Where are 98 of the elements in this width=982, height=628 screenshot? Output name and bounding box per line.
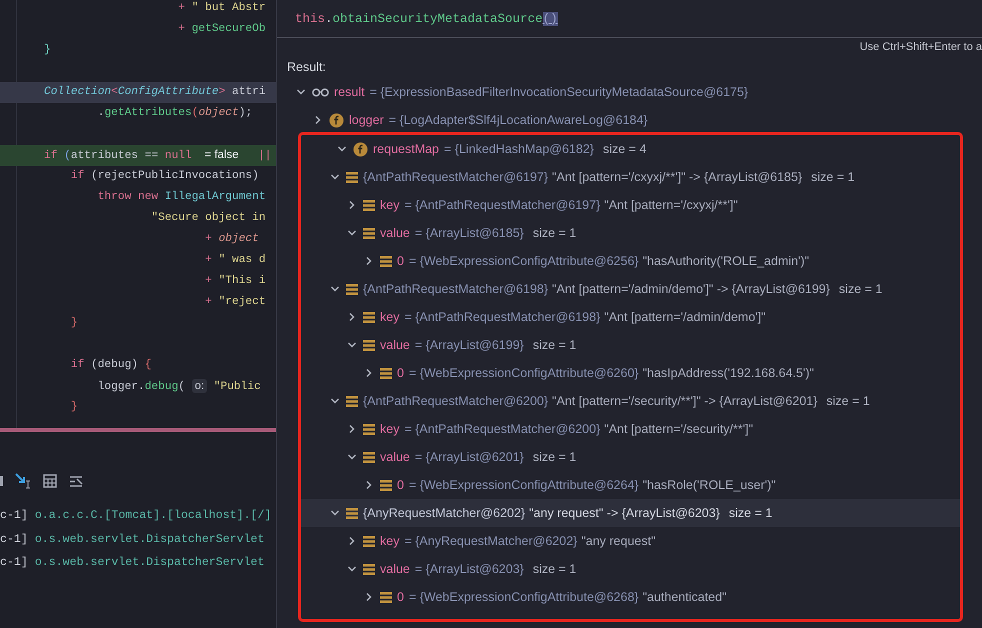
variable-name: requestMap — [373, 142, 440, 156]
tree-row[interactable]: {AntPathRequestMatcher@6200} "Ant [pattern='/security/**']" -> {ArrayList@6201} size = 1 — [301, 387, 960, 415]
tree-row[interactable]: key = {AntPathRequestMatcher@6200} "Ant [pattern='/security/**']" — [301, 415, 960, 443]
object-reference: = {ArrayList@6185} — [414, 226, 524, 240]
object-reference: = {ExpressionBasedFilterInvocationSecurityMetadataSource@6175} — [370, 85, 748, 99]
tree-row[interactable]: {AnyRequestMatcher@6202} "any request" -> {ArrayList@6203} size = 1 — [301, 499, 960, 527]
value-string: "Ant [pattern='/cxyxj/**']" — [604, 198, 738, 212]
code-line: logger.debug( o: "Public — [96, 378, 262, 395]
object-reference: = {AntPathRequestMatcher@6200} — [404, 422, 600, 436]
value-string: "Ant [pattern='/security/**']" — [604, 422, 754, 436]
tree-row[interactable]: key = {AntPathRequestMatcher@6198} "Ant [pattern='/admin/demo']" — [301, 303, 960, 331]
value-string: "Ant [pattern='/security/**']" -> {ArrayList@6201} — [552, 394, 818, 408]
size-label: size = 1 — [532, 450, 576, 464]
value-string: "authenticated" — [642, 590, 727, 604]
object-reference: = {AnyRequestMatcher@6202} — [404, 534, 578, 548]
thread-label: c-1] — [0, 532, 28, 546]
code-line: } — [70, 316, 79, 331]
value-string: "Ant [pattern='/cxyxj/**']" -> {ArrayList@6185} — [552, 170, 802, 184]
tree-row[interactable]: result = {ExpressionBasedFilterInvocationSecurityMetadataSource@6175} — [277, 78, 982, 106]
code-line: + " but Abstr — [177, 0, 267, 16]
tree-row[interactable]: value = {ArrayList@6185} size = 1 — [301, 219, 960, 247]
tree-row[interactable]: value = {ArrayList@6199} size = 1 — [301, 331, 960, 359]
object-reference: = {WebExpressionConfigAttribute@6264} — [408, 478, 639, 492]
code-line: + "This i — [204, 274, 267, 289]
tree-row[interactable]: 0 = {WebExpressionConfigAttribute@6264} "hasRole('ROLE_user')" — [301, 471, 960, 499]
tree-row[interactable]: key = {AntPathRequestMatcher@6197} "Ant [pattern='/cxyxj/**']" — [301, 191, 960, 219]
object-reference: {AnyRequestMatcher@6202} — [363, 506, 526, 520]
code-line: if (rejectPublicInvocations) — [70, 168, 260, 184]
object-reference: = {AntPathRequestMatcher@6198} — [404, 310, 600, 324]
code-line: throw new IllegalArgument — [96, 190, 267, 205]
size-label: size = 1 — [532, 338, 576, 352]
object-reference: = {ArrayList@6203} — [414, 562, 524, 576]
object-reference: = {LogAdapter$Slf4jLocationAwareLog@6184} — [388, 113, 648, 127]
variable-name: value — [380, 562, 410, 576]
code-line: + object — [204, 232, 260, 247]
code-line: + getSecureOb — [177, 22, 267, 37]
value-string: "Ant [pattern='/admin/demo']" -> {ArrayList@6199} — [552, 282, 830, 296]
variable-name: value — [380, 450, 410, 464]
object-reference: {AntPathRequestMatcher@6197} — [363, 170, 548, 184]
hint-text: Use Ctrl+Shift+Enter to a — [860, 41, 982, 53]
size-label: size = 1 — [811, 170, 855, 184]
thread-label: c-1] — [0, 556, 28, 570]
value-string: "any request" -> {ArrayList@6203} — [529, 506, 720, 520]
code-line: if (debug) { — [70, 358, 152, 373]
tree-row[interactable]: logger = {LogAdapter$Slf4jLocationAwareLog@6184} — [277, 106, 982, 134]
size-label: size = 1 — [826, 394, 870, 408]
value-string: "Ant [pattern='/admin/demo']" — [604, 310, 766, 324]
variable-name: key — [380, 422, 400, 436]
logger-name: o.s.web.servlet.DispatcherServlet — [34, 532, 264, 546]
variable-name: 0 — [397, 254, 404, 268]
variable-name: key — [380, 310, 400, 324]
code-line: } — [43, 42, 52, 58]
result-label: Result: — [286, 59, 326, 76]
object-reference: = {WebExpressionConfigAttribute@6256} — [408, 254, 639, 268]
object-reference: = {WebExpressionConfigAttribute@6260} — [408, 366, 639, 380]
code-line: "Secure object in — [150, 210, 267, 226]
expression-field[interactable]: this.obtainSecurityMetadataSource() — [277, 0, 982, 38]
tree-row[interactable]: requestMap = {LinkedHashMap@6182} size = 4 — [301, 135, 960, 163]
size-label: size = 4 — [602, 142, 646, 156]
size-label: size = 1 — [728, 506, 772, 520]
value-string: "hasIpAddress('192.168.64.5')" — [642, 366, 814, 380]
tree-row[interactable]: key = {AnyRequestMatcher@6202} "any request" — [301, 527, 960, 555]
code-line: + "reject — [204, 294, 267, 310]
tree-row[interactable]: 0 = {WebExpressionConfigAttribute@6256} "hasAuthority('ROLE_admin')" — [301, 247, 960, 275]
value-string: "hasRole('ROLE_user')" — [642, 478, 776, 492]
code-line: .getAttributes(object); — [96, 106, 254, 121]
object-reference: = {AntPathRequestMatcher@6197} — [404, 198, 600, 212]
tree-row[interactable]: value = {ArrayList@6201} size = 1 — [301, 443, 960, 471]
code-line: } — [70, 400, 79, 415]
size-label: size = 1 — [532, 226, 576, 240]
object-reference: = {LinkedHashMap@6182} — [444, 142, 594, 156]
object-reference: = {ArrayList@6201} — [414, 450, 524, 464]
variable-name: 0 — [397, 478, 404, 492]
value-string: "any request" — [581, 534, 656, 548]
object-reference: = {WebExpressionConfigAttribute@6268} — [408, 590, 639, 604]
object-reference: {AntPathRequestMatcher@6198} — [363, 282, 548, 296]
logger-name: o.s.web.servlet.DispatcherServlet — [34, 556, 264, 570]
variable-name: 0 — [397, 590, 404, 604]
tree-row[interactable]: {AntPathRequestMatcher@6198} "Ant [pattern='/admin/demo']" -> {ArrayList@6199} size = 1 — [301, 275, 960, 303]
object-reference: {AntPathRequestMatcher@6200} — [363, 394, 548, 408]
variable-name: value — [380, 226, 410, 240]
variable-name: key — [380, 198, 400, 212]
code-line: + " was d — [204, 252, 267, 268]
tree-row[interactable]: 0 = {WebExpressionConfigAttribute@6268} "authenticated" — [301, 583, 960, 611]
tree-row[interactable]: 0 = {WebExpressionConfigAttribute@6260} "hasIpAddress('192.168.64.5')" — [301, 359, 960, 387]
object-reference: = {ArrayList@6199} — [414, 338, 524, 352]
variable-name: key — [380, 534, 400, 548]
tree-row[interactable]: value = {ArrayList@6203} size = 1 — [301, 555, 960, 583]
variable-name: 0 — [397, 366, 404, 380]
size-label: size = 1 — [532, 562, 576, 576]
tree-row[interactable]: {AntPathRequestMatcher@6197} "Ant [pattern='/cxyxj/**']" -> {ArrayList@6185} size = 1 — [301, 163, 960, 191]
thread-label: c-1] — [0, 509, 28, 522]
logger-name: o.a.c.c.C.[Tomcat].[localhost].[/] — [34, 509, 272, 522]
variable-name: result — [334, 85, 365, 99]
variable-name: logger — [349, 113, 384, 127]
value-string: "hasAuthority('ROLE_admin')" — [642, 254, 810, 268]
size-label: size = 1 — [838, 282, 882, 296]
variable-name: value — [380, 338, 410, 352]
